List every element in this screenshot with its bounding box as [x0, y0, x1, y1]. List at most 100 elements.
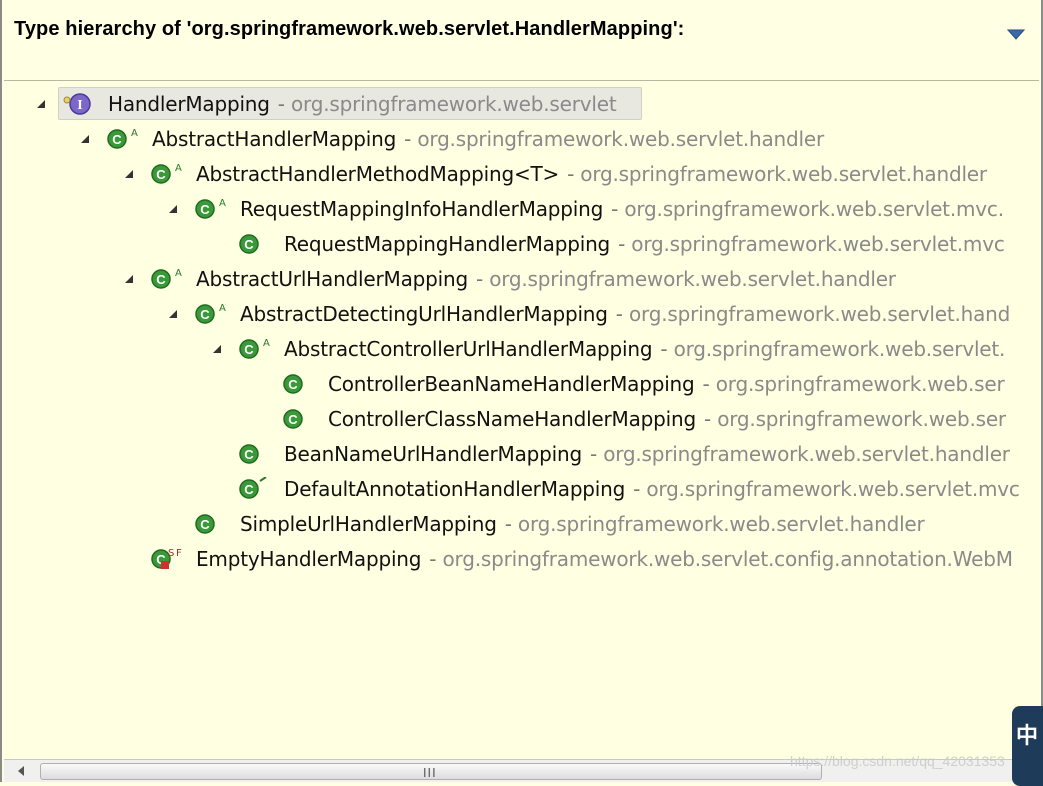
deprecated-class-icon: C — [238, 476, 272, 501]
abstract-class-icon: CA — [106, 127, 140, 151]
tree-item[interactable]: C BeanNameUrlHandlerMapping - org.springfra… — [210, 436, 1010, 471]
package-name: org.springframework.web.servlet.handler — [489, 266, 896, 291]
svg-text:C: C — [288, 377, 298, 392]
type-name: ControllerClassNameHandlerMapping — [328, 406, 696, 431]
type-hierarchy-popup: Type hierarchy of 'org.springframework.w… — [0, 0, 1043, 782]
class-icon: C — [282, 372, 316, 396]
abstract-class-icon: CA — [150, 162, 184, 186]
svg-text:C: C — [112, 132, 122, 147]
tree-item[interactable]: C DefaultAnnotationHandlerMapping - org.spr… — [210, 471, 1020, 506]
separator: - — [504, 511, 512, 536]
expand-toggle-icon[interactable] — [122, 272, 136, 286]
type-name: RequestMappingInfoHandlerMapping — [240, 196, 604, 221]
separator: - — [277, 91, 285, 116]
type-name: HandlerMapping — [108, 91, 270, 116]
tree-item[interactable]: C A AbstractUrlHandlerMapping - org.springfr… — [122, 261, 896, 296]
svg-text:A: A — [219, 198, 226, 209]
svg-text:C: C — [156, 167, 166, 182]
package-name: org.springframework.web.servlet. — [673, 336, 1006, 361]
scrollbar-thumb[interactable]: III — [40, 763, 822, 780]
class-icon: C — [238, 442, 272, 466]
type-name: DefaultAnnotationHandlerMapping — [284, 476, 626, 501]
type-name: RequestMappingHandlerMapping — [284, 231, 611, 256]
tree-item[interactable]: C ControllerClassNameHandlerMapping - org.s… — [254, 401, 1006, 436]
svg-text:C: C — [200, 517, 210, 532]
tree-item[interactable]: C A AbstractHandlerMethodMapping<T> - org.sp… — [122, 156, 987, 191]
separator: - — [618, 231, 626, 256]
package-name: org.springframework.web.servlet — [291, 91, 617, 116]
svg-text:A: A — [175, 163, 182, 174]
scroll-left-arrow-icon[interactable] — [18, 766, 24, 776]
abstract-class-icon: CA — [194, 302, 228, 326]
class-icon: C — [194, 512, 228, 536]
tree-item[interactable]: C A RequestMappingInfoHandlerMapping - org.s… — [166, 191, 1004, 226]
class-icon: C — [238, 232, 272, 256]
abstract-class-icon: CA — [238, 337, 272, 361]
svg-text:C: C — [156, 272, 166, 287]
separator: - — [702, 371, 710, 396]
type-name: EmptyHandlerMapping — [196, 546, 422, 571]
expand-toggle-icon[interactable] — [122, 167, 136, 181]
package-name: org.springframework.web.servlet.mvc — [631, 231, 1005, 256]
watermark: https://blog.csdn.net/qq_42031353 — [790, 753, 1005, 769]
package-name: org.springframework.web.ser — [717, 406, 1006, 431]
svg-text:A: A — [219, 303, 226, 314]
expand-toggle-icon[interactable] — [34, 97, 48, 111]
svg-text:A: A — [263, 338, 270, 349]
separator: - — [633, 476, 641, 501]
tree-item[interactable]: C SimpleUrlHandlerMapping - org.springframe… — [166, 506, 925, 541]
expand-toggle-icon[interactable] — [78, 132, 92, 146]
type-name: AbstractDetectingUrlHandlerMapping — [240, 301, 608, 326]
type-hierarchy-tree: I HandlerMapping - org.springframework.web.… — [2, 86, 1041, 760]
type-name: AbstractControllerUrlHandlerMapping — [284, 336, 653, 361]
separator: - — [615, 301, 623, 326]
package-name: org.springframework.web.servlet.handler — [517, 511, 925, 536]
type-name: AbstractHandlerMethodMapping<T> — [196, 161, 560, 186]
expand-toggle-icon[interactable] — [210, 342, 224, 356]
svg-text:C: C — [288, 412, 298, 427]
svg-text:C: C — [244, 342, 254, 357]
ime-badge-label: 中 — [1016, 724, 1039, 749]
svg-text:S: S — [168, 548, 174, 559]
class-icon: C — [282, 407, 316, 431]
package-name: org.springframework.web.ser — [715, 371, 1005, 396]
tree-item[interactable]: C A AbstractDetectingUrlHandlerMapping - org… — [166, 296, 1010, 331]
scrollbar-grip: III — [423, 766, 437, 780]
svg-text:C: C — [244, 447, 254, 462]
expand-toggle-icon[interactable] — [166, 307, 180, 321]
static-final-class-icon: CSF — [150, 547, 184, 571]
package-name: org.springframework.web.servlet.mvc — [646, 476, 1020, 501]
svg-text:A: A — [175, 268, 182, 279]
tree-item[interactable]: C S F EmptyHandlerMapping - org.springframewo… — [122, 541, 1013, 576]
package-name: org.springframework.web.servlet.mvc. — [624, 196, 1004, 221]
expand-toggle-icon[interactable] — [166, 202, 180, 216]
type-name: ControllerBeanNameHandlerMapping — [328, 371, 695, 396]
tree-item[interactable]: I HandlerMapping - org.springframework.web.… — [34, 86, 642, 121]
view-menu-icon — [1006, 29, 1026, 40]
separator: - — [404, 126, 412, 151]
separator: - — [660, 336, 668, 361]
package-name: org.springframework.web.servlet.handler — [603, 441, 1010, 466]
svg-text:F: F — [176, 548, 182, 559]
separator: - — [475, 266, 484, 291]
svg-text:C: C — [244, 482, 254, 497]
view-menu-button[interactable] — [1005, 24, 1027, 44]
popup-title: Type hierarchy of 'org.springframework.w… — [14, 18, 685, 40]
package-name: org.springframework.web.servlet.hand — [629, 301, 1011, 326]
tree-item[interactable]: C A AbstractControllerUrlHandlerMapping - or… — [210, 331, 1005, 366]
package-name: org.springframework.web.servlet.handler — [580, 161, 987, 186]
svg-text:C: C — [200, 307, 210, 322]
interface-icon: I — [62, 92, 96, 116]
separator: - — [611, 196, 619, 221]
tree-item[interactable]: C RequestMappingHandlerMapping - org.spring… — [210, 226, 1005, 261]
tree-item[interactable]: C ControllerBeanNameHandlerMapping - org.sp… — [254, 366, 1005, 401]
separator: - — [589, 441, 598, 466]
separator: - — [429, 546, 437, 571]
svg-text:A: A — [131, 128, 138, 139]
separator: - — [703, 406, 712, 431]
package-name: org.springframework.web.servlet.handler — [417, 126, 824, 151]
abstract-class-icon: CA — [194, 197, 228, 221]
type-name: AbstractUrlHandlerMapping — [196, 266, 468, 291]
popup-header: Type hierarchy of 'org.springframework.w… — [4, 2, 1039, 81]
tree-item[interactable]: C A AbstractHandlerMapping - org.springframe… — [78, 121, 824, 156]
